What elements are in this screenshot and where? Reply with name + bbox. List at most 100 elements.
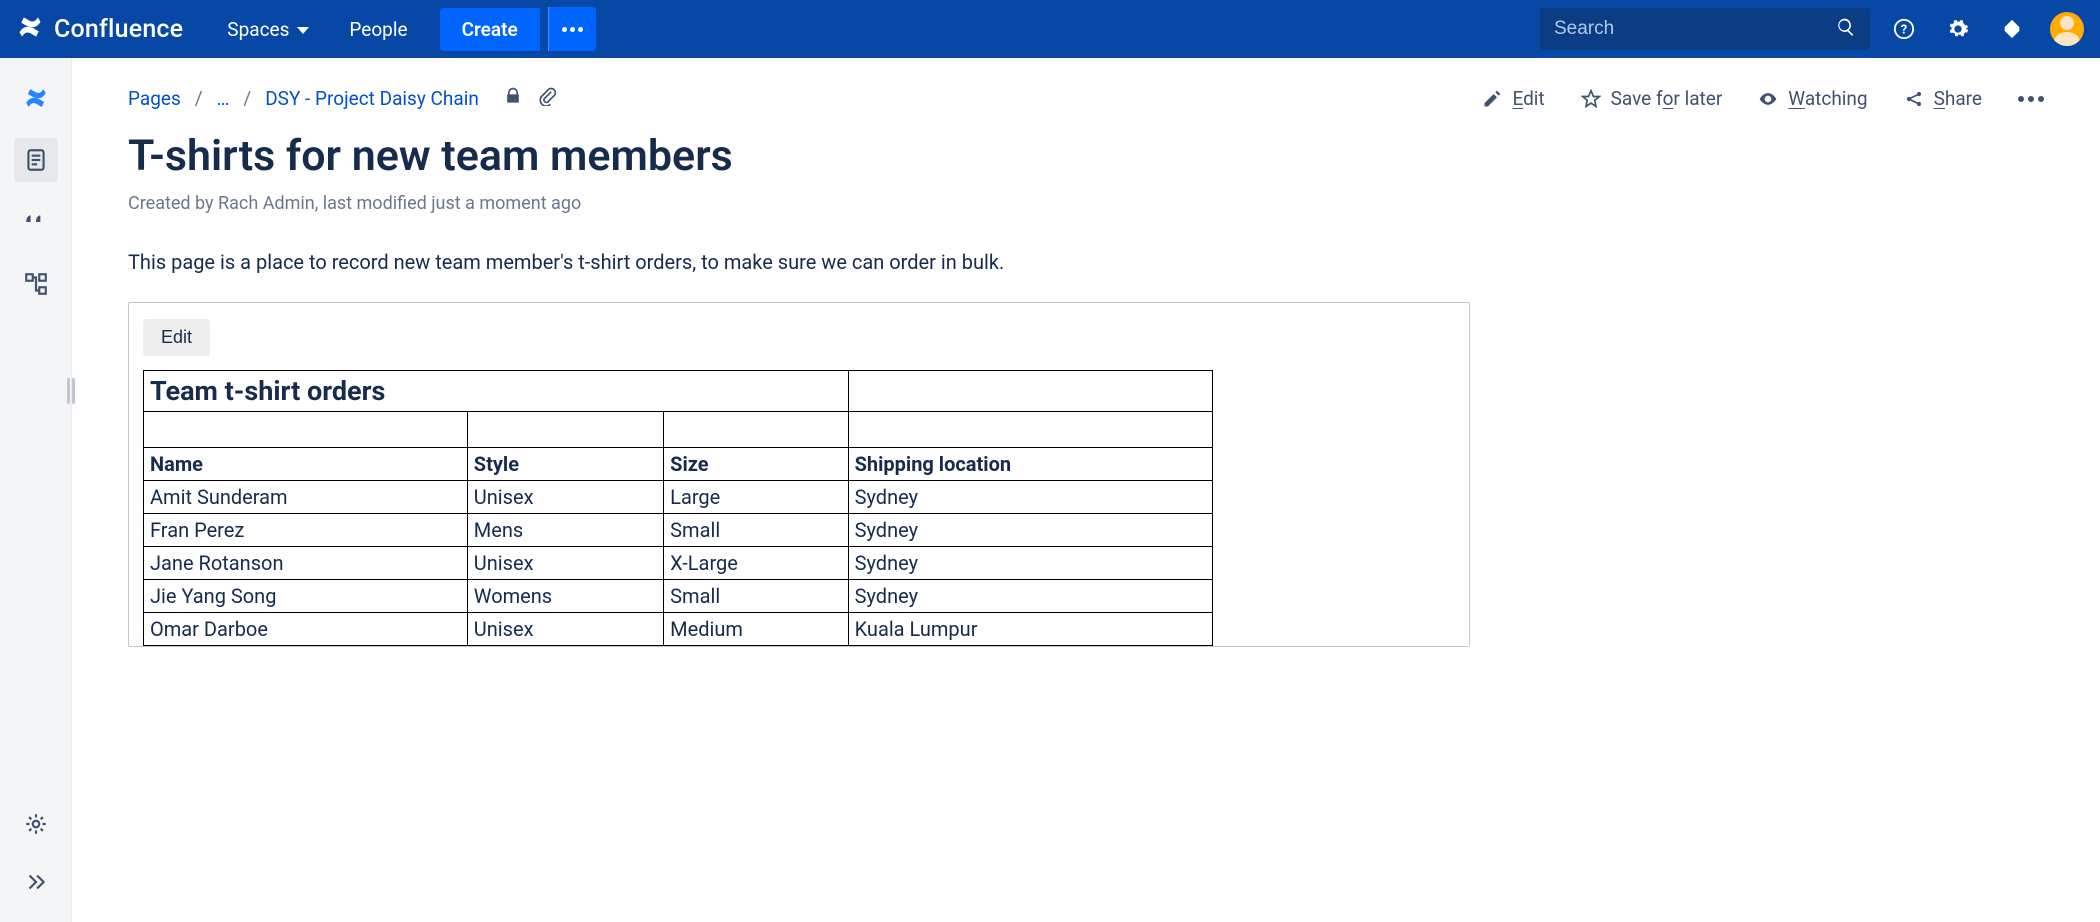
settings-button[interactable] [1938,9,1978,49]
rail-space-logo[interactable] [14,76,58,120]
page-content: Pages / … / DSY - Project Daisy Chain [72,58,2100,922]
cell: Amit Sunderam [144,481,468,514]
cell: Large [664,481,848,514]
action-share[interactable]: Share [1904,87,1982,110]
star-icon [1581,89,1601,109]
notification-icon [2001,18,2023,40]
cell: Mens [467,514,663,547]
col-location: Shipping location [848,448,1212,481]
breadcrumb: Pages / … / DSY - Project Daisy Chain [128,86,557,111]
cell: Sydney [848,580,1212,613]
brand-name: Confluence [54,15,183,44]
page-title: T-shirts for new team members [128,131,2044,181]
chevron-double-right-icon [23,869,49,895]
action-edit-rest: dit [1523,87,1545,110]
eye-icon [1758,89,1778,109]
crumb-ellipsis[interactable]: … [217,87,230,110]
page-icon [23,147,49,173]
cell: Medium [664,613,848,646]
share-icon [1904,89,1924,109]
nav-people[interactable]: People [333,10,423,49]
cell: Jie Yang Song [144,580,468,613]
table-row: Jane Rotanson Unisex X-Large Sydney [144,547,1213,580]
embedded-panel: Edit Team t-shirt orders Name Style Size… [128,302,1470,647]
crumb-parent[interactable]: DSY - Project Daisy Chain [265,87,479,110]
rail-resize-handle[interactable] [67,378,75,404]
rail-blog[interactable] [14,200,58,244]
action-edit-u: E [1512,87,1523,110]
top-nav: Confluence Spaces People Create ? [0,0,2100,58]
create-more-button[interactable] [548,7,596,51]
breadcrumb-row: Pages / … / DSY - Project Daisy Chain [128,86,2044,111]
cell: Sydney [848,547,1212,580]
pencil-icon [1482,89,1502,109]
chevron-down-icon [297,27,309,34]
cell: Unisex [467,613,663,646]
action-save-later[interactable]: Save for later [1581,87,1723,110]
restrictions-icon[interactable] [503,86,523,111]
search-icon [1836,17,1856,41]
page-meta: Created by Rach Admin, last modified jus… [128,193,2044,214]
action-more[interactable] [2018,96,2044,102]
action-edit[interactable]: Edit [1482,87,1544,110]
table-header-row: Name Style Size Shipping location [144,448,1213,481]
help-icon: ? [1893,18,1915,40]
nav-spaces[interactable]: Spaces [211,10,325,49]
table-row: Fran Perez Mens Small Sydney [144,514,1213,547]
cell: Fran Perez [144,514,468,547]
action-save-post: r later [1673,87,1722,110]
action-share-u: S [1934,87,1945,110]
rail-expand[interactable] [14,860,58,904]
left-rail [0,58,72,922]
cell: X-Large [664,547,848,580]
avatar[interactable] [2050,12,2084,46]
cell: Small [664,514,848,547]
rail-tree[interactable] [14,262,58,306]
tree-icon [23,271,49,297]
action-save-u: o [1663,87,1674,110]
cell: Sydney [848,481,1212,514]
help-button[interactable]: ? [1884,9,1924,49]
col-size: Size [664,448,848,481]
search-input[interactable] [1554,18,1826,40]
cell: Womens [467,580,663,613]
gear-icon [1947,18,1969,40]
create-button[interactable]: Create [440,8,540,51]
action-watch-rest: atching [1805,87,1868,110]
cell: Sydney [848,514,1212,547]
confluence-logo-icon [16,13,44,45]
table-row: Jie Yang Song Womens Small Sydney [144,580,1213,613]
orders-table: Team t-shirt orders Name Style Size Ship… [143,370,1213,646]
cell: Jane Rotanson [144,547,468,580]
nav-spaces-label: Spaces [227,18,289,41]
confluence-mark-icon [23,85,49,111]
page-intro: This page is a place to record new team … [128,250,2044,274]
crumb-sep: / [243,87,251,110]
rail-space-settings[interactable] [14,802,58,846]
gear-icon [23,811,49,837]
search-box[interactable] [1540,8,1870,50]
cell: Omar Darboe [144,613,468,646]
table-title-empty [848,371,1212,412]
cell: Kuala Lumpur [848,613,1212,646]
quote-icon [23,209,49,235]
create-button-label: Create [462,18,518,41]
rail-pages[interactable] [14,138,58,182]
attachments-icon[interactable] [537,86,557,111]
crumb-pages[interactable]: Pages [128,87,181,110]
cell: Small [664,580,848,613]
table-row: Omar Darboe Unisex Medium Kuala Lumpur [144,613,1213,646]
cell: Unisex [467,481,663,514]
action-save-pre: Save f [1611,87,1663,110]
ellipsis-icon [562,27,583,32]
table-title: Team t-shirt orders [144,371,849,412]
action-share-rest: hare [1945,87,1982,110]
action-watch-u: W [1788,87,1805,110]
col-name: Name [144,448,468,481]
action-watch[interactable]: Watching [1758,87,1867,110]
cell: Unisex [467,547,663,580]
svg-text:?: ? [1901,23,1907,38]
brand[interactable]: Confluence [16,13,183,45]
embed-edit-button[interactable]: Edit [143,319,210,356]
notifications-button[interactable] [1992,9,2032,49]
